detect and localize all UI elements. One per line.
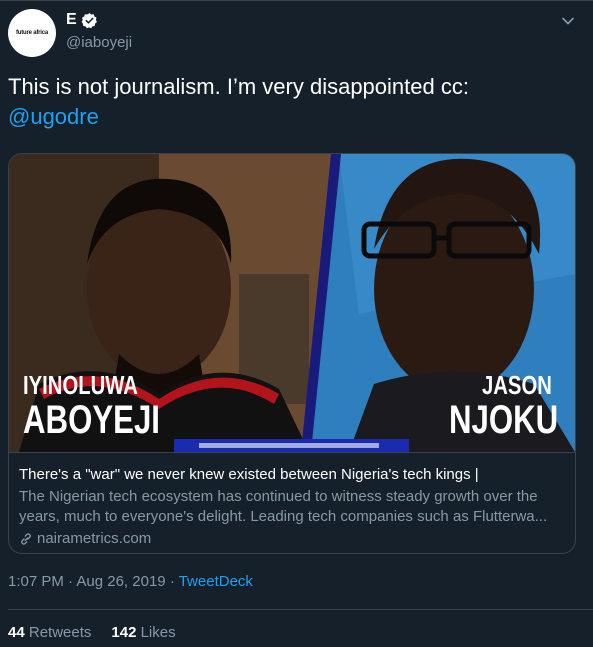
- retweets-label: Retweets: [28, 624, 92, 641]
- verified-badge-icon: [81, 12, 97, 28]
- card-image-right-last: NJOKU: [449, 398, 559, 442]
- tweet-date[interactable]: Aug 26, 2019: [76, 573, 165, 590]
- card-image-right-first: JASON: [482, 370, 552, 400]
- mention-link[interactable]: @ugodre: [8, 104, 99, 129]
- likes-label: Likes: [140, 624, 176, 641]
- tweet-meta: 1:07 PM · Aug 26, 2019 · TweetDeck: [8, 573, 253, 590]
- user-handle[interactable]: @iaboyeji: [66, 34, 132, 51]
- card-domain[interactable]: nairametrics.com: [19, 529, 565, 549]
- card-domain-text: nairametrics.com: [37, 530, 152, 547]
- link-icon: [21, 533, 31, 545]
- card-image-left-last: ABOYEJI: [23, 398, 160, 442]
- stats-divider: [8, 609, 593, 610]
- retweets-count: 44: [8, 624, 25, 641]
- likes-count: 142: [111, 624, 137, 641]
- card-body[interactable]: There's a "war" we never knew existed be…: [9, 452, 575, 549]
- card-title[interactable]: There's a "war" we never knew existed be…: [19, 465, 565, 485]
- tweet-text: This is not journalism. I’m very disappo…: [8, 72, 578, 132]
- top-border: [0, 0, 593, 1]
- avatar[interactable]: future africa: [8, 9, 56, 57]
- display-name[interactable]: E: [66, 11, 77, 29]
- tweet-time[interactable]: 1:07 PM: [8, 573, 64, 590]
- tweet-stats: 44 Retweets 142 Likes: [8, 624, 176, 641]
- card-image[interactable]: IYINOLUWA ABOYEJI JASON NJOKU: [9, 154, 575, 452]
- name-row: E: [66, 11, 98, 29]
- tweet-source[interactable]: TweetDeck: [179, 573, 253, 590]
- chevron-down-icon[interactable]: [561, 14, 575, 28]
- link-card[interactable]: IYINOLUWA ABOYEJI JASON NJOKU There's a …: [8, 153, 576, 554]
- meta-separator: ·: [68, 573, 74, 590]
- avatar-text: future africa: [15, 30, 49, 36]
- tweet-body: This is not journalism. I’m very disappo…: [8, 74, 469, 99]
- meta-separator: ·: [169, 573, 175, 590]
- retweets-stat[interactable]: 44 Retweets: [8, 624, 91, 641]
- likes-stat[interactable]: 142 Likes: [111, 624, 175, 641]
- card-description: The Nigerian tech ecosystem has continue…: [19, 488, 548, 525]
- card-image-left-first: IYINOLUWA: [23, 370, 138, 400]
